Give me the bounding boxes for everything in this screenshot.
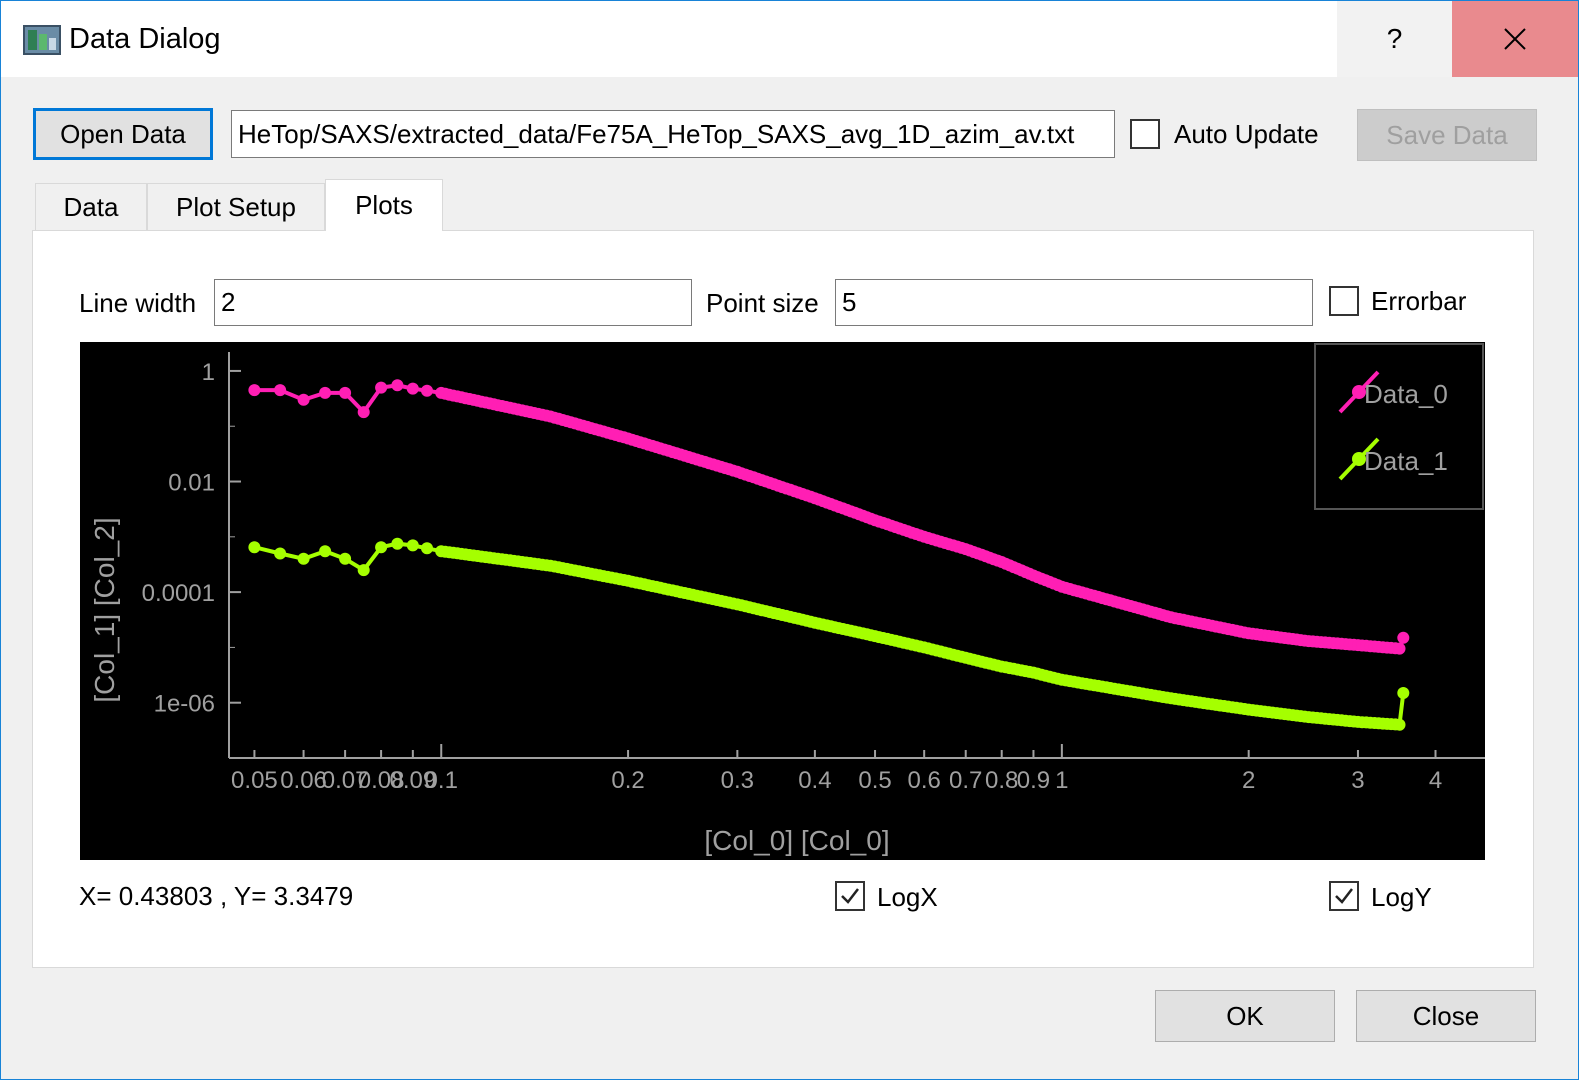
tab-data[interactable]: Data <box>35 183 147 230</box>
window-close-button[interactable] <box>1452 1 1578 77</box>
data-point-Data_0 <box>339 386 352 399</box>
data-point-Data_1 <box>357 564 370 577</box>
cursor-readout: X= 0.43803 , Y= 3.3479 <box>79 881 354 911</box>
file-path-input[interactable]: HeTop/SAXS/extracted_data/Fe75A_HeTop_SA… <box>231 110 1115 158</box>
file-path-value: HeTop/SAXS/extracted_data/Fe75A_HeTop_SA… <box>238 118 1075 149</box>
help-button[interactable]: ? <box>1337 1 1452 77</box>
ok-label: OK <box>1226 1000 1264 1031</box>
data-point-Data_1 <box>1397 687 1410 699</box>
x-tick-label: 4 <box>1429 767 1442 794</box>
y-axis-label: [Col_1] [Col_2] <box>89 517 120 702</box>
data-point-Data_1 <box>1393 718 1406 731</box>
y-tick-label: 0.0001 <box>142 580 215 607</box>
window-title: Data Dialog <box>69 23 221 55</box>
errorbar-label: Errorbar <box>1371 286 1467 316</box>
line-width-input[interactable]: 2 <box>214 279 692 326</box>
data-point-Data_1 <box>274 547 287 560</box>
y-tick-label: 1 <box>202 359 215 386</box>
logx-checkbox[interactable] <box>835 881 865 911</box>
close-icon <box>1504 28 1526 50</box>
data-point-Data_0 <box>1393 642 1406 655</box>
legend-label-Data_0: Data_0 <box>1364 379 1448 409</box>
logy-label: LogY <box>1371 882 1432 912</box>
plot-area[interactable]: 1 0.01 0.0001 1e-06 0.05 0.06 0.07 0.08 0.09 0.1 0… <box>80 342 1485 860</box>
x-axis-label: [Col_0] [Col_0] <box>704 825 889 856</box>
data-point-Data_1 <box>375 541 388 554</box>
data-point-Data_1 <box>297 552 310 565</box>
x-tick-label: 0.5 <box>858 767 891 794</box>
logy-checkbox[interactable] <box>1329 881 1359 911</box>
data-point-Data_0 <box>274 384 287 397</box>
check-icon <box>841 888 859 904</box>
close-button[interactable]: Close <box>1356 990 1536 1042</box>
data-point-Data_0 <box>248 384 261 397</box>
line-width-label: Line width <box>79 288 197 318</box>
title-bar: Data Dialog ? <box>1 1 1578 77</box>
data-point-Data_1 <box>248 541 261 554</box>
tab-plot-setup[interactable]: Plot Setup <box>147 183 325 230</box>
data-point-Data_0 <box>357 406 370 419</box>
tab-plots[interactable]: Plots <box>325 179 443 231</box>
x-tick-label: 0.3 <box>721 767 754 794</box>
x-tick-label: 0.1 <box>425 767 458 794</box>
series-line-Data_0 <box>254 383 1406 651</box>
data-point-Data_1 <box>339 552 352 565</box>
data-point-Data_0 <box>319 386 332 399</box>
x-tick-label: 2 <box>1242 767 1255 794</box>
close-label: Close <box>1412 1000 1480 1031</box>
data-point-Data_1 <box>406 539 419 552</box>
x-tick-label: 0.06 <box>280 767 327 794</box>
data-point-Data_0 <box>406 382 419 395</box>
ok-button[interactable]: OK <box>1155 990 1335 1042</box>
x-tick-label: 0.8 <box>985 767 1018 794</box>
open-data-button[interactable]: Open Data <box>33 108 213 160</box>
legend-label-Data_1: Data_1 <box>1364 446 1448 476</box>
y-tick-label: 1e-06 <box>154 691 215 718</box>
data-point-Data_1 <box>391 537 404 550</box>
help-label: ? <box>1386 23 1403 54</box>
legend-box <box>1314 343 1484 510</box>
point-size-input[interactable]: 5 <box>835 279 1313 326</box>
x-tick-label: 1 <box>1055 767 1068 794</box>
point-size-value: 5 <box>842 287 857 317</box>
tab-data-label: Data <box>63 191 119 222</box>
auto-update-label: Auto Update <box>1174 119 1319 149</box>
chart-svg[interactable]: 10.010.00011e-060.05 0.060.070.080.090.1 0… <box>80 342 1485 860</box>
data-point-Data_0 <box>1397 631 1410 644</box>
errorbar-checkbox[interactable] <box>1329 286 1359 316</box>
logx-label: LogX <box>877 882 938 912</box>
x-tick-label: 3 <box>1351 767 1364 794</box>
data-point-Data_0 <box>375 381 388 394</box>
save-data-label: Save Data <box>1386 119 1508 150</box>
x-tick-label: 0.4 <box>798 767 831 794</box>
y-tick-label: 0.01 <box>168 470 215 497</box>
data-point-Data_1 <box>421 542 433 555</box>
x-tick-label: 0.05 <box>231 767 278 794</box>
tab-plots-label: Plots <box>355 190 413 220</box>
data-point-Data_0 <box>391 379 404 392</box>
x-tick-label: 0.2 <box>611 767 644 794</box>
auto-update-checkbox[interactable] <box>1130 119 1160 149</box>
point-size-label: Point size <box>706 288 819 318</box>
data-point-Data_0 <box>297 393 310 406</box>
x-tick-label: 0.7 <box>949 767 982 794</box>
x-tick-label: 0.6 <box>907 767 940 794</box>
open-data-label: Open Data <box>60 118 186 149</box>
check-icon <box>1335 888 1353 904</box>
data-dialog-window: Data Dialog ? Open Data HeTop/SAXS/extra… <box>0 0 1579 1080</box>
app-icon <box>23 25 61 55</box>
x-tick-label: 0.9 <box>1017 767 1050 794</box>
data-point-Data_0 <box>421 384 433 397</box>
line-width-value: 2 <box>221 287 236 317</box>
tab-plot-setup-label: Plot Setup <box>176 191 296 222</box>
save-data-button[interactable]: Save Data <box>1357 109 1537 161</box>
data-point-Data_1 <box>319 545 332 558</box>
